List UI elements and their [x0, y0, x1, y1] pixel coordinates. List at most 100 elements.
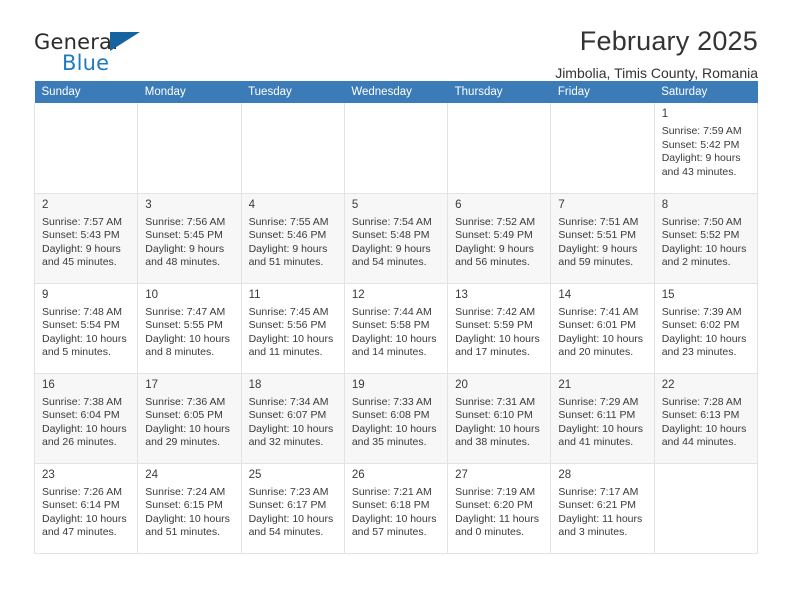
calendar-day-cell[interactable]: 20 Sunrise: 7:31 AM Sunset: 6:10 PM Dayligh…: [447, 373, 552, 464]
calendar-week-row: 23 Sunrise: 7:26 AM Sunset: 6:14 PM Dayligh…: [33, 463, 759, 554]
sunrise-text: Sunrise: 7:24 AM: [145, 485, 226, 498]
brand-name-blue: Blue: [62, 51, 110, 75]
daylight-text-line2: and 35 minutes.: [351, 436, 427, 449]
daylight-text-line2: and 20 minutes.: [558, 346, 634, 359]
brand-logo[interactable]: General Blue: [34, 26, 166, 78]
page-subtitle: Jimbolia, Timis County, Romania: [555, 65, 758, 81]
calendar-day-cell-empty: [240, 103, 345, 194]
calendar-day-cell[interactable]: 5 Sunrise: 7:54 AM Sunset: 5:48 PM Daylight…: [343, 193, 449, 284]
sunset-text: Sunset: 6:10 PM: [455, 409, 533, 422]
day-cell-content: 20 Sunrise: 7:31 AM Sunset: 6:10 PM Dayligh…: [448, 374, 550, 450]
calendar-day-cell[interactable]: 4 Sunrise: 7:55 AM Sunset: 5:46 PM Daylight…: [240, 193, 345, 284]
sunset-text: Sunset: 6:15 PM: [145, 499, 223, 512]
calendar-day-cell[interactable]: 14 Sunrise: 7:41 AM Sunset: 6:01 PM Dayligh…: [550, 283, 655, 374]
daylight-text-line2: and 59 minutes.: [558, 256, 634, 269]
calendar-day-cell[interactable]: 7 Sunrise: 7:51 AM Sunset: 5:51 PM Daylight…: [550, 193, 655, 284]
sunrise-text: Sunrise: 7:50 AM: [661, 215, 742, 228]
day-number: 9: [42, 288, 49, 301]
calendar-day-cell[interactable]: 22 Sunrise: 7:28 AM Sunset: 6:13 PM Dayligh…: [653, 373, 759, 464]
page-header: General Blue February 2025 Jimbolia, Tim…: [34, 0, 758, 81]
day-number: 8: [661, 198, 669, 211]
day-details: Sunrise: 7:23 AM Sunset: 6:17 PM Daylight:…: [249, 486, 338, 540]
day-number: 28: [558, 468, 572, 481]
calendar-day-cell[interactable]: 15 Sunrise: 7:39 AM Sunset: 6:02 PM Dayligh…: [653, 283, 759, 374]
daylight-text-line1: Daylight: 9 hours: [248, 242, 328, 255]
calendar-day-cell[interactable]: 1 Sunrise: 7:59 AM Sunset: 5:42 PM Daylight…: [653, 103, 759, 194]
sunrise-text: Sunrise: 7:42 AM: [455, 305, 536, 318]
daylight-text-line1: Daylight: 10 hours: [455, 332, 540, 345]
sunset-text: Sunset: 6:08 PM: [351, 409, 430, 422]
day-cell-content: 3 Sunrise: 7:56 AM Sunset: 5:45 PM Daylight…: [138, 194, 240, 270]
calendar-day-cell[interactable]: 11 Sunrise: 7:45 AM Sunset: 5:56 PM Dayligh…: [240, 283, 345, 374]
day-number: 16: [42, 378, 55, 391]
day-cell-content: 6 Sunrise: 7:52 AM Sunset: 5:49 PM Daylight…: [448, 194, 550, 270]
calendar-day-cell[interactable]: 19 Sunrise: 7:33 AM Sunset: 6:08 PM Dayligh…: [343, 373, 449, 464]
calendar-day-cell[interactable]: 9 Sunrise: 7:48 AM Sunset: 5:54 PM Daylight…: [33, 283, 139, 374]
sunset-text: Sunset: 6:18 PM: [351, 499, 430, 512]
day-number: 4: [248, 198, 255, 211]
day-cell-content: 23 Sunrise: 7:26 AM Sunset: 6:14 PM Dayligh…: [35, 464, 137, 540]
sunset-text: Sunset: 6:11 PM: [558, 409, 636, 422]
sunrise-text: Sunrise: 7:41 AM: [558, 305, 639, 318]
day-number: 12: [351, 288, 365, 301]
title-block: February 2025 Jimbolia, Timis County, Ro…: [555, 26, 758, 81]
calendar-day-cell[interactable]: 8 Sunrise: 7:50 AM Sunset: 5:52 PM Daylight…: [653, 193, 759, 284]
daylight-text-line2: and 47 minutes.: [42, 526, 117, 539]
calendar-day-cell[interactable]: 18 Sunrise: 7:34 AM Sunset: 6:07 PM Dayligh…: [240, 373, 345, 464]
sunset-text: Sunset: 5:45 PM: [145, 229, 223, 242]
sunset-text: Sunset: 6:07 PM: [248, 409, 327, 422]
day-cell-content: 12 Sunrise: 7:44 AM Sunset: 5:58 PM Dayligh…: [345, 284, 447, 360]
calendar-day-cell[interactable]: 21 Sunrise: 7:29 AM Sunset: 6:11 PM Dayligh…: [550, 373, 655, 464]
calendar-day-cell[interactable]: 13 Sunrise: 7:42 AM Sunset: 5:59 PM Dayligh…: [447, 283, 552, 374]
daylight-text-line2: and 54 minutes.: [351, 256, 427, 269]
daylight-text-line2: and 51 minutes.: [145, 526, 220, 539]
calendar-day-cell[interactable]: 6 Sunrise: 7:52 AM Sunset: 5:49 PM Daylight…: [447, 193, 552, 284]
weekday-header-monday: Monday: [137, 81, 242, 103]
day-cell-content: 13 Sunrise: 7:42 AM Sunset: 5:59 PM Dayligh…: [448, 284, 550, 360]
daylight-text-line1: Daylight: 9 hours: [351, 242, 431, 255]
calendar-day-cell[interactable]: 26 Sunrise: 7:21 AM Sunset: 6:18 PM Dayligh…: [343, 463, 449, 554]
calendar-day-cell[interactable]: 17 Sunrise: 7:36 AM Sunset: 6:05 PM Dayligh…: [137, 373, 242, 464]
sunrise-text: Sunrise: 7:47 AM: [145, 305, 226, 318]
calendar-day-cell-empty: [137, 103, 242, 194]
sunrise-text: Sunrise: 7:28 AM: [661, 395, 742, 408]
daylight-text-line2: and 41 minutes.: [558, 436, 634, 449]
sunrise-text: Sunrise: 7:59 AM: [661, 125, 742, 137]
day-cell-content: 22 Sunrise: 7:28 AM Sunset: 6:13 PM Dayligh…: [655, 374, 757, 450]
sunrise-text: Sunrise: 7:52 AM: [455, 215, 536, 228]
day-number: 5: [351, 198, 359, 211]
day-details: Sunrise: 7:39 AM Sunset: 6:02 PM Daylight:…: [662, 306, 751, 360]
day-cell-content: 7 Sunrise: 7:51 AM Sunset: 5:51 PM Daylight…: [551, 194, 653, 270]
calendar-day-cell[interactable]: 3 Sunrise: 7:56 AM Sunset: 5:45 PM Daylight…: [137, 193, 242, 284]
day-number: 19: [351, 378, 365, 391]
day-cell-content: 15 Sunrise: 7:39 AM Sunset: 6:02 PM Dayligh…: [655, 284, 757, 360]
day-number: 3: [145, 198, 152, 211]
calendar-day-cell[interactable]: 27 Sunrise: 7:19 AM Sunset: 6:20 PM Dayligh…: [447, 463, 552, 554]
calendar-day-cell[interactable]: 24 Sunrise: 7:24 AM Sunset: 6:15 PM Dayligh…: [137, 463, 242, 554]
daylight-text-line1: Daylight: 9 hours: [558, 242, 638, 255]
calendar-day-cell[interactable]: 12 Sunrise: 7:44 AM Sunset: 5:58 PM Dayligh…: [343, 283, 449, 374]
calendar-day-cell[interactable]: 10 Sunrise: 7:47 AM Sunset: 5:55 PM Dayligh…: [137, 283, 242, 374]
calendar-day-cell[interactable]: 28 Sunrise: 7:17 AM Sunset: 6:21 PM Dayligh…: [550, 463, 655, 554]
day-number: 24: [145, 468, 159, 481]
day-details: Sunrise: 7:24 AM Sunset: 6:15 PM Daylight:…: [145, 486, 234, 540]
calendar-day-cell[interactable]: 25 Sunrise: 7:23 AM Sunset: 6:17 PM Dayligh…: [240, 463, 345, 554]
sunset-text: Sunset: 6:05 PM: [145, 409, 223, 422]
day-cell-content: 9 Sunrise: 7:48 AM Sunset: 5:54 PM Daylight…: [35, 284, 137, 360]
calendar-day-cell[interactable]: 16 Sunrise: 7:38 AM Sunset: 6:04 PM Dayligh…: [33, 373, 139, 464]
sunrise-text: Sunrise: 7:26 AM: [42, 485, 122, 498]
sunset-text: Sunset: 5:58 PM: [351, 319, 430, 332]
calendar-day-cell[interactable]: 2 Sunrise: 7:57 AM Sunset: 5:43 PM Daylight…: [33, 193, 139, 284]
calendar-day-cell-empty: [33, 103, 139, 194]
day-cell-content: 14 Sunrise: 7:41 AM Sunset: 6:01 PM Dayligh…: [551, 284, 653, 360]
sunrise-text: Sunrise: 7:56 AM: [145, 215, 226, 228]
daylight-text-line1: Daylight: 10 hours: [351, 512, 437, 525]
day-number: 2: [42, 198, 49, 211]
calendar-day-cell[interactable]: 23 Sunrise: 7:26 AM Sunset: 6:14 PM Dayligh…: [33, 463, 139, 554]
day-details: Sunrise: 7:57 AM Sunset: 5:43 PM Daylight:…: [42, 216, 131, 270]
day-number: 11: [248, 288, 261, 301]
day-details: Sunrise: 7:34 AM Sunset: 6:07 PM Daylight:…: [249, 396, 338, 450]
daylight-text-line2: and 11 minutes.: [248, 346, 323, 359]
daylight-text-line2: and 5 minutes.: [42, 346, 111, 359]
day-cell-content: 11 Sunrise: 7:45 AM Sunset: 5:56 PM Dayligh…: [242, 284, 344, 360]
